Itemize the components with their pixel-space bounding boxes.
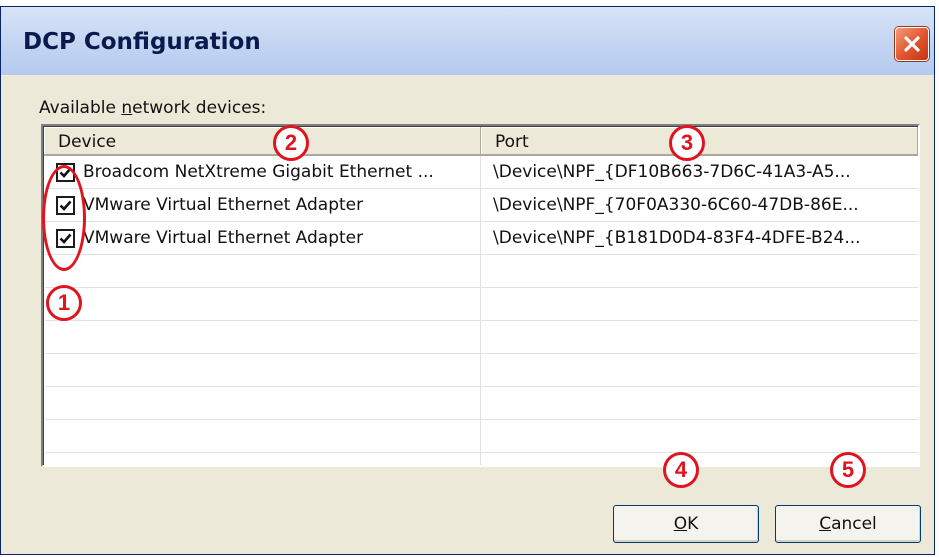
ok-label: K [687,514,699,534]
label-suffix: etwork devices: [132,98,267,118]
empty-row [45,387,918,420]
empty-row [45,288,918,321]
device-name: VMware Virtual Ethernet Adapter [83,228,364,248]
column-header-device[interactable]: Device [44,127,481,156]
device-port: \Device\NPF_{B181D0D4-83F4-4DFE-B24... [493,228,861,248]
empty-row [45,321,918,354]
table-row[interactable]: Broadcom NetXtreme Gigabit Ethernet ... … [45,156,918,189]
device-name: Broadcom NetXtreme Gigabit Ethernet ... [83,162,434,182]
device-port: \Device\NPF_{70F0A330-6C60-47DB-86E... [493,195,859,215]
callout-4: 4 [663,452,699,488]
empty-row [45,354,918,387]
window-title: DCP Configuration [23,29,261,55]
close-icon [904,36,920,52]
empty-row [45,420,918,453]
cancel-mnemonic: C [819,514,832,534]
available-devices-label: Available network devices: [39,98,266,118]
callout-2: 2 [273,125,309,161]
device-port: \Device\NPF_{DF10B663-7D6C-41A3-A5... [493,162,851,182]
ok-button[interactable]: OK [613,505,759,543]
label-mnemonic: n [121,98,133,118]
callout-1: 1 [46,285,82,321]
network-devices-list[interactable]: Device Port Broadcom NetXtreme Gigabit E… [41,124,920,467]
cancel-button[interactable]: Cancel [775,505,921,543]
close-button[interactable] [895,27,929,61]
column-divider [480,156,481,465]
label-prefix: Available [39,98,122,118]
cancel-label: ancel [831,514,877,534]
callout-5: 5 [830,452,866,488]
callout-3: 3 [669,125,705,161]
empty-row [45,255,918,288]
ok-mnemonic: O [673,514,688,534]
table-row[interactable]: VMware Virtual Ethernet Adapter \Device\… [45,189,918,222]
dcp-configuration-dialog: DCP Configuration Available network devi… [0,6,935,555]
table-row[interactable]: VMware Virtual Ethernet Adapter \Device\… [45,222,918,255]
checkbox-highlight-oval [42,165,86,271]
title-bar[interactable]: DCP Configuration [1,7,934,75]
device-name: VMware Virtual Ethernet Adapter [83,195,364,215]
